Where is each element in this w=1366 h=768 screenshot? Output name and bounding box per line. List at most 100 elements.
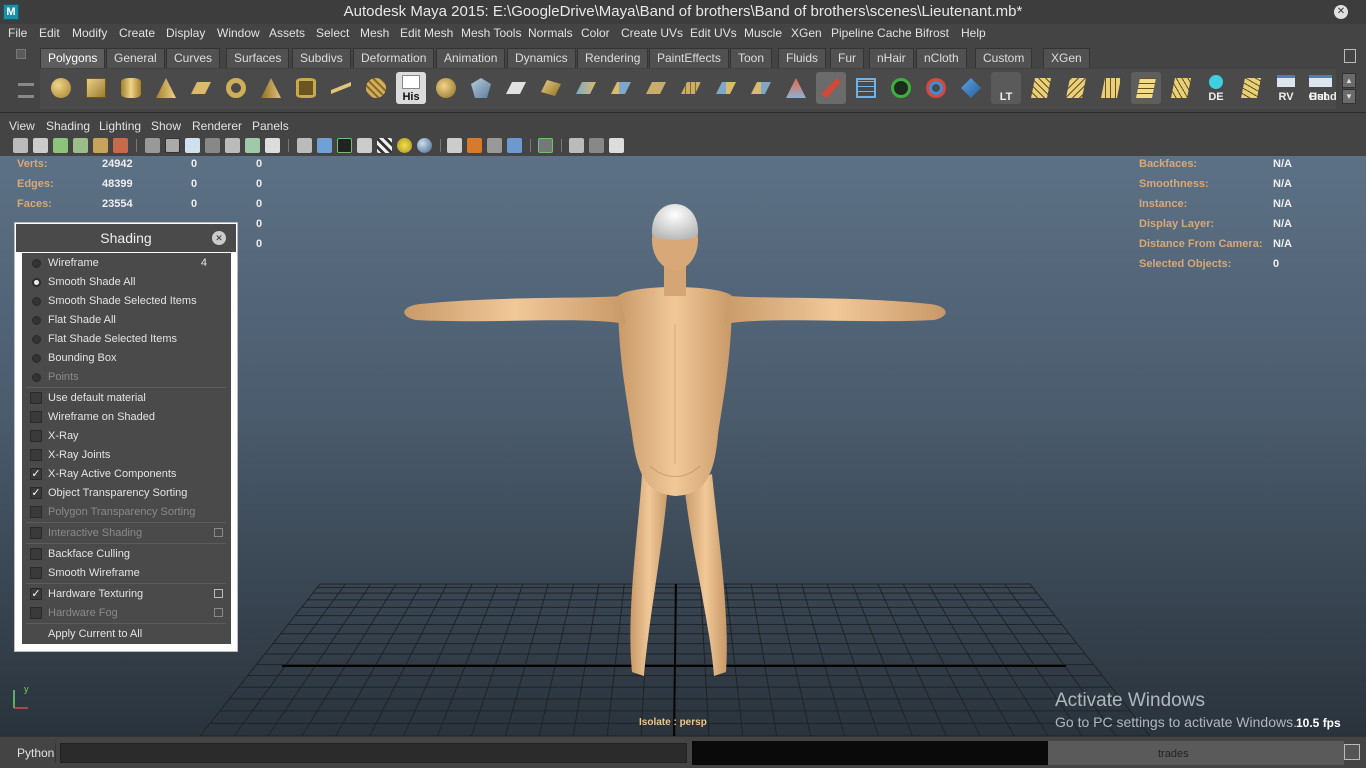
- use-all-lights-icon[interactable]: [377, 138, 392, 153]
- shading-item-backface-culling[interactable]: Backface Culling: [22, 545, 231, 564]
- shading-item-flat-shade-all[interactable]: Flat Shade All: [22, 311, 231, 330]
- menu-select[interactable]: Select: [316, 26, 349, 40]
- vp-menu-show[interactable]: Show: [151, 119, 181, 133]
- insert-edge-loop-icon[interactable]: [711, 72, 741, 104]
- trash-icon[interactable]: [1344, 49, 1356, 63]
- shelf-tab-rendering[interactable]: Rendering: [577, 48, 649, 68]
- menu-modify[interactable]: Modify: [72, 26, 107, 40]
- uv-unfold-icon[interactable]: [1236, 72, 1266, 104]
- smooth-icon[interactable]: [536, 72, 566, 104]
- textured-mode-icon[interactable]: [357, 138, 372, 153]
- shelf-tab-ncloth[interactable]: nCloth: [916, 48, 967, 68]
- vp-menu-shading[interactable]: Shading: [46, 119, 90, 133]
- toggle-hud-icon[interactable]: [609, 138, 624, 153]
- select-camera-icon[interactable]: [13, 138, 28, 153]
- xray-mode-icon[interactable]: [507, 138, 522, 153]
- shading-panel-close-button[interactable]: ✕: [212, 231, 226, 245]
- film-gate-icon[interactable]: [165, 138, 180, 153]
- depth-of-field-icon[interactable]: [487, 138, 502, 153]
- shading-item-xray[interactable]: X-Ray: [22, 427, 231, 446]
- de-shelf-button[interactable]: DE: [1201, 72, 1231, 104]
- uv-automatic-map-icon[interactable]: [1166, 72, 1196, 104]
- shading-panel-header[interactable]: Shading ✕: [16, 224, 236, 252]
- shading-item-wireframe[interactable]: Wireframe 4: [22, 254, 231, 273]
- out-shelf-button[interactable]: Out: [1303, 72, 1333, 104]
- sculpt-geometry-icon[interactable]: [781, 72, 811, 104]
- menu-normals[interactable]: Normals: [528, 26, 573, 40]
- shelf-scroll-up-button[interactable]: ▲: [1342, 73, 1356, 88]
- combine-icon[interactable]: [431, 72, 461, 104]
- menu-muscle[interactable]: Muscle: [744, 26, 782, 40]
- shelf-tab-dynamics[interactable]: Dynamics: [507, 48, 576, 68]
- gate-mask-icon[interactable]: [205, 138, 220, 153]
- frame-all-icon[interactable]: [569, 138, 584, 153]
- grid-toggle-icon[interactable]: [145, 138, 160, 153]
- menu-pipeline-cache[interactable]: Pipeline Cache: [831, 26, 912, 40]
- shelf-grip-bar[interactable]: [18, 83, 34, 86]
- menu-bifrost[interactable]: Bifrost: [915, 26, 949, 40]
- bookmarks-icon[interactable]: [53, 138, 68, 153]
- menu-edit-mesh[interactable]: Edit Mesh: [400, 26, 453, 40]
- poly-helix-icon[interactable]: [326, 72, 356, 104]
- shading-item-bounding-box[interactable]: Bounding Box: [22, 349, 231, 368]
- shelf-tab-fluids[interactable]: Fluids: [778, 48, 827, 68]
- shelf-tab-deformation[interactable]: Deformation: [353, 48, 435, 68]
- menu-file[interactable]: File: [8, 26, 27, 40]
- offset-edge-loop-icon[interactable]: [746, 72, 776, 104]
- shading-item-flat-shade-selected[interactable]: Flat Shade Selected Items: [22, 330, 231, 349]
- shelf-grip-bar[interactable]: [18, 95, 34, 98]
- safe-action-icon[interactable]: [245, 138, 260, 153]
- vp-menu-renderer[interactable]: Renderer: [192, 119, 242, 133]
- paint-tool-icon[interactable]: [816, 72, 846, 104]
- script-editor-icon[interactable]: [1344, 744, 1360, 760]
- shelf-tab-general[interactable]: General: [106, 48, 165, 68]
- uv-cylindrical-map-icon[interactable]: [1096, 72, 1126, 104]
- menu-assets[interactable]: Assets: [269, 26, 305, 40]
- poly-pyramid-icon[interactable]: [256, 72, 286, 104]
- wireframe-mode-icon[interactable]: [297, 138, 312, 153]
- shelf-tab-xgen[interactable]: XGen: [1043, 48, 1090, 68]
- screen-space-ao-icon[interactable]: [417, 138, 432, 153]
- window-close-button[interactable]: ✕: [1334, 5, 1348, 19]
- shelf-tab-nhair[interactable]: nHair: [869, 48, 914, 68]
- multisample-aa-icon[interactable]: [467, 138, 482, 153]
- menu-color[interactable]: Color: [581, 26, 610, 40]
- resolution-gate-icon[interactable]: [185, 138, 200, 153]
- grease-pencil-icon[interactable]: [113, 138, 128, 153]
- extract-icon[interactable]: [501, 72, 531, 104]
- poly-sphere-icon[interactable]: [46, 72, 76, 104]
- shelf-tab-polygons[interactable]: Polygons: [40, 48, 106, 68]
- menu-window[interactable]: Window: [217, 26, 260, 40]
- append-polygon-icon[interactable]: [641, 72, 671, 104]
- image-plane-icon[interactable]: [73, 138, 88, 153]
- frame-selected-icon[interactable]: [589, 138, 604, 153]
- shelf-tab-curves[interactable]: Curves: [166, 48, 221, 68]
- shelf-tab-animation[interactable]: Animation: [436, 48, 506, 68]
- shading-item-xray-active-components[interactable]: ✓ X-Ray Active Components: [22, 465, 231, 484]
- bridge-icon[interactable]: [606, 72, 636, 104]
- menu-xgen[interactable]: XGen: [791, 26, 822, 40]
- shadows-icon[interactable]: [397, 138, 412, 153]
- poly-cone-icon[interactable]: [151, 72, 181, 104]
- shading-item-apply-current-to-all[interactable]: Apply Current to All: [22, 625, 231, 644]
- shelf-tab-painteffects[interactable]: PaintEffects: [649, 48, 729, 68]
- menu-mesh-tools[interactable]: Mesh Tools: [461, 26, 521, 40]
- shading-item-xray-joints[interactable]: X-Ray Joints: [22, 446, 231, 465]
- rv-shelf-button[interactable]: RV: [1271, 72, 1301, 104]
- mirror-geometry-icon[interactable]: [851, 72, 881, 104]
- shading-item-use-default-material[interactable]: Use default material: [22, 389, 231, 408]
- character-model[interactable]: [380, 184, 970, 684]
- wireframe-on-shaded-icon[interactable]: [337, 138, 352, 153]
- shading-item-smooth-wireframe[interactable]: Smooth Wireframe: [22, 564, 231, 583]
- shelf-tab-toon[interactable]: Toon: [730, 48, 773, 68]
- uv-layout-icon[interactable]: [1026, 72, 1056, 104]
- script-language-toggle[interactable]: Python: [6, 743, 56, 763]
- menu-create-uvs[interactable]: Create UVs: [621, 26, 683, 40]
- poly-pipe-icon[interactable]: [291, 72, 321, 104]
- safe-title-icon[interactable]: [265, 138, 280, 153]
- menu-create[interactable]: Create: [119, 26, 155, 40]
- motion-blur-icon[interactable]: [447, 138, 462, 153]
- menu-edit-uvs[interactable]: Edit UVs: [690, 26, 737, 40]
- vp-menu-panels[interactable]: Panels: [252, 119, 289, 133]
- smooth-shade-mode-icon[interactable]: [317, 138, 332, 153]
